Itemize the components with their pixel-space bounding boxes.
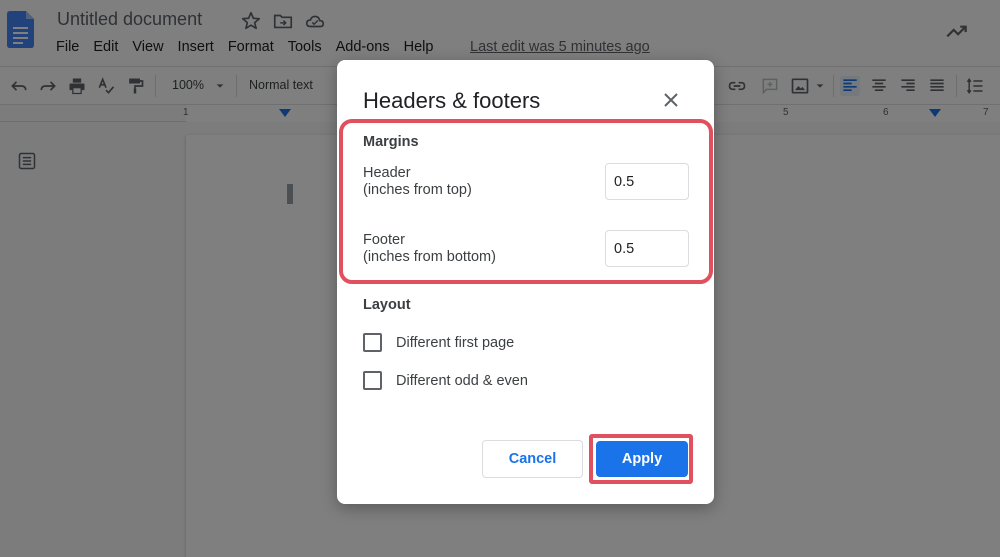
- apply-highlight-box: [589, 434, 693, 484]
- different-odd-even-option[interactable]: Different odd & even: [363, 371, 528, 390]
- margins-highlight-box: [339, 119, 713, 284]
- different-odd-even-label: Different odd & even: [396, 372, 528, 389]
- different-odd-even-checkbox[interactable]: [363, 371, 382, 390]
- close-icon[interactable]: [659, 88, 683, 112]
- cancel-button[interactable]: Cancel: [482, 440, 583, 478]
- different-first-page-checkbox[interactable]: [363, 333, 382, 352]
- dialog-title: Headers & footers: [363, 88, 541, 113]
- layout-section-title: Layout: [363, 297, 411, 313]
- different-first-page-option[interactable]: Different first page: [363, 333, 514, 352]
- different-first-page-label: Different first page: [396, 334, 515, 351]
